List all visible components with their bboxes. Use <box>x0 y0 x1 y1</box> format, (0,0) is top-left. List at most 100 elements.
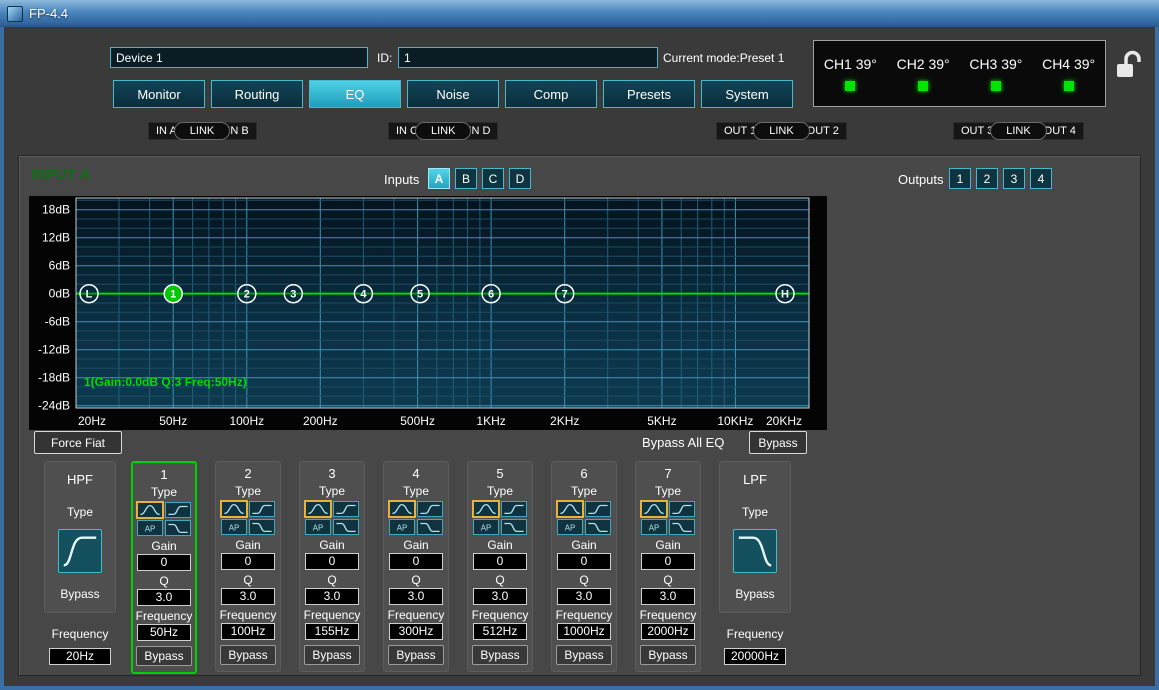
band-bypass-button[interactable]: Bypass <box>136 646 192 666</box>
band-gain-value[interactable]: 0 <box>305 553 359 570</box>
link-toggle[interactable]: LINK <box>753 122 809 140</box>
input-button-c[interactable]: C <box>482 168 504 189</box>
link-toggle[interactable]: LINK <box>415 122 471 140</box>
eq-marker-5[interactable]: 5 <box>411 285 429 303</box>
peak-filter-icon[interactable] <box>557 501 583 517</box>
band-frequency-value[interactable]: 100Hz <box>221 623 275 640</box>
eq-band[interactable]: 7 Type AP Gain 0 Q 3.0 Frequency 2000Hz … <box>635 461 701 672</box>
low-shelf-filter-icon[interactable] <box>165 502 191 518</box>
band-gain-value[interactable]: 0 <box>389 553 443 570</box>
band-frequency-value[interactable]: 512Hz <box>473 623 527 640</box>
eq-band[interactable]: 6 Type AP Gain 0 Q 3.0 Frequency 1000Hz … <box>551 461 617 672</box>
eq-marker-1[interactable]: 1 <box>164 285 182 303</box>
tab-routing[interactable]: Routing <box>211 80 303 108</box>
allpass-filter-icon[interactable]: AP <box>137 520 163 536</box>
band-q-value[interactable]: 3.0 <box>389 588 443 605</box>
band-bypass-button[interactable]: Bypass <box>388 645 444 665</box>
peak-filter-icon[interactable] <box>137 502 163 518</box>
tab-monitor[interactable]: Monitor <box>113 80 205 108</box>
eq-marker-6[interactable]: 6 <box>482 285 500 303</box>
band-frequency-value[interactable]: 1000Hz <box>557 623 611 640</box>
low-shelf-filter-icon[interactable] <box>249 501 275 517</box>
band-gain-value[interactable]: 0 <box>641 553 695 570</box>
eq-band[interactable]: 2 Type AP Gain 0 Q 3.0 Frequency 100Hz B… <box>215 461 281 672</box>
hpf-bypass-button[interactable]: Bypass <box>45 587 115 601</box>
high-shelf-filter-icon[interactable] <box>501 519 527 535</box>
lowpass-filter-icon[interactable] <box>733 529 777 573</box>
output-button-2[interactable]: 2 <box>976 168 998 189</box>
input-button-d[interactable]: D <box>509 168 531 189</box>
device-name-input[interactable] <box>110 47 368 68</box>
high-shelf-filter-icon[interactable] <box>333 519 359 535</box>
eq-band[interactable]: 5 Type AP Gain 0 Q 3.0 Frequency 512Hz B… <box>467 461 533 672</box>
output-button-4[interactable]: 4 <box>1030 168 1052 189</box>
allpass-filter-icon[interactable]: AP <box>641 519 667 535</box>
band-bypass-button[interactable]: Bypass <box>304 645 360 665</box>
band-bypass-button[interactable]: Bypass <box>556 645 612 665</box>
unlock-icon[interactable] <box>1114 50 1144 82</box>
band-frequency-value[interactable]: 155Hz <box>305 623 359 640</box>
high-shelf-filter-icon[interactable] <box>585 519 611 535</box>
high-shelf-filter-icon[interactable] <box>249 519 275 535</box>
device-id-input[interactable] <box>398 47 658 68</box>
band-q-value[interactable]: 3.0 <box>473 588 527 605</box>
band-q-value[interactable]: 3.0 <box>221 588 275 605</box>
link-toggle[interactable]: LINK <box>174 122 230 140</box>
peak-filter-icon[interactable] <box>473 501 499 517</box>
output-button-3[interactable]: 3 <box>1003 168 1025 189</box>
high-shelf-filter-icon[interactable] <box>165 520 191 536</box>
band-gain-value[interactable]: 0 <box>473 553 527 570</box>
low-shelf-filter-icon[interactable] <box>669 501 695 517</box>
tab-eq[interactable]: EQ <box>309 80 401 108</box>
allpass-filter-icon[interactable]: AP <box>221 519 247 535</box>
tab-comp[interactable]: Comp <box>505 80 597 108</box>
band-gain-value[interactable]: 0 <box>557 553 611 570</box>
eq-band[interactable]: 3 Type AP Gain 0 Q 3.0 Frequency 155Hz B… <box>299 461 365 672</box>
low-shelf-filter-icon[interactable] <box>333 501 359 517</box>
lpf-frequency-value[interactable]: 20000Hz <box>724 648 786 665</box>
band-q-value[interactable]: 3.0 <box>305 588 359 605</box>
band-frequency-value[interactable]: 300Hz <box>389 623 443 640</box>
eq-band[interactable]: 4 Type AP Gain 0 Q 3.0 Frequency 300Hz B… <box>383 461 449 672</box>
peak-filter-icon[interactable] <box>305 501 331 517</box>
band-bypass-button[interactable]: Bypass <box>472 645 528 665</box>
highpass-filter-icon[interactable] <box>58 529 102 573</box>
output-button-1[interactable]: 1 <box>949 168 971 189</box>
input-button-b[interactable]: B <box>455 168 477 189</box>
low-shelf-filter-icon[interactable] <box>585 501 611 517</box>
peak-filter-icon[interactable] <box>389 501 415 517</box>
eq-marker-3[interactable]: 3 <box>284 285 302 303</box>
allpass-filter-icon[interactable]: AP <box>305 519 331 535</box>
high-shelf-filter-icon[interactable] <box>417 519 443 535</box>
high-shelf-filter-icon[interactable] <box>669 519 695 535</box>
hpf-frequency-value[interactable]: 20Hz <box>49 648 111 665</box>
band-gain-value[interactable]: 0 <box>221 553 275 570</box>
eq-graph[interactable]: 18dB12dB6dB0dB-6dB-12dB-18dB-24dB20Hz50H… <box>29 196 827 430</box>
band-bypass-button[interactable]: Bypass <box>640 645 696 665</box>
band-frequency-value[interactable]: 50Hz <box>137 624 191 641</box>
title-bar[interactable]: FP-4.4 <box>0 0 1159 27</box>
lpf-bypass-button[interactable]: Bypass <box>720 587 790 601</box>
eq-marker-2[interactable]: 2 <box>238 285 256 303</box>
force-flat-button[interactable]: Force Fiat <box>34 431 122 454</box>
band-frequency-value[interactable]: 2000Hz <box>641 623 695 640</box>
allpass-filter-icon[interactable]: AP <box>389 519 415 535</box>
low-shelf-filter-icon[interactable] <box>501 501 527 517</box>
eq-marker-4[interactable]: 4 <box>354 285 372 303</box>
peak-filter-icon[interactable] <box>641 501 667 517</box>
band-gain-value[interactable]: 0 <box>137 554 191 571</box>
band-q-value[interactable]: 3.0 <box>641 588 695 605</box>
low-shelf-filter-icon[interactable] <box>417 501 443 517</box>
tab-system[interactable]: System <box>701 80 793 108</box>
allpass-filter-icon[interactable]: AP <box>473 519 499 535</box>
link-toggle[interactable]: LINK <box>990 122 1046 140</box>
allpass-filter-icon[interactable]: AP <box>557 519 583 535</box>
tab-presets[interactable]: Presets <box>603 80 695 108</box>
eq-marker-L[interactable]: L <box>80 285 98 303</box>
eq-marker-H[interactable]: H <box>776 285 794 303</box>
band-q-value[interactable]: 3.0 <box>137 589 191 606</box>
peak-filter-icon[interactable] <box>221 501 247 517</box>
eq-band[interactable]: 1 Type AP Gain 0 Q 3.0 Frequency 50Hz By… <box>131 461 197 674</box>
tab-noise[interactable]: Noise <box>407 80 499 108</box>
bypass-all-eq-button[interactable]: Bypass <box>749 431 807 454</box>
